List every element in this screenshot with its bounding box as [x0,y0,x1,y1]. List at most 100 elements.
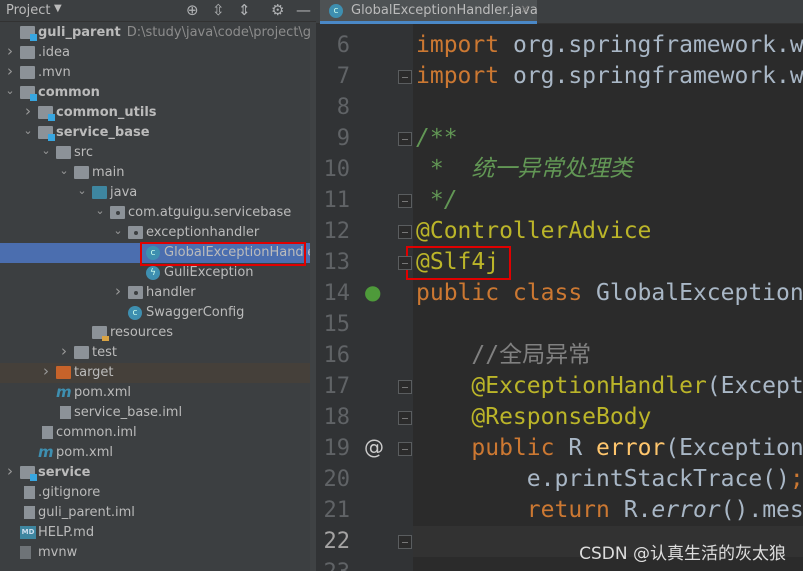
iml-file-icon [42,426,53,439]
minimize-icon[interactable]: — [296,1,311,19]
code-token: error [596,435,666,461]
line-number: 17 [323,374,351,399]
tree-item-target[interactable]: › target [0,362,310,383]
tab-global-exception-handler[interactable]: c GlobalExceptionHandler.java × [320,0,538,24]
project-panel: Project ▼ ⊕ ⇳ ⇕ ⚙ — guli_parent D:\study\… [0,0,316,571]
chevron-right-icon[interactable]: › [112,282,124,300]
fold-marker-icon[interactable] [398,411,412,425]
tree-item-common[interactable]: ⌄ common [0,83,310,103]
code-line[interactable]: * 统一异常处理类 [416,154,633,185]
iml-file-icon [24,506,35,519]
tree-item-label: java [110,185,138,200]
tree-item-guliexception[interactable]: ϟ GuliException [0,263,310,283]
tree-item-com-atguigu-servicebase[interactable]: ⌄ com.atguigu.servicebase [0,203,310,223]
tree-item-main[interactable]: ⌄ main [0,163,310,183]
chevron-down-icon[interactable]: ⌄ [40,144,52,157]
crosshair-icon[interactable]: ⊕ [186,1,199,19]
line-number: 10 [323,157,351,182]
source-folder-icon [92,186,107,199]
code-editor[interactable]: c GlobalExceptionHandler.java × 6 7 8 9 10 11… [316,0,803,571]
tree-item-label: src [74,145,93,160]
folder-icon [74,166,89,179]
chevron-down-icon[interactable]: ⌄ [112,224,124,237]
code-line[interactable]: public R error(Exception [416,433,803,464]
tree-item-label: guli_parent.iml [38,505,135,520]
chevron-right-icon[interactable]: › [4,462,16,480]
chevron-right-icon[interactable]: › [58,342,70,360]
fold-marker-icon[interactable] [398,132,412,146]
tree-item-pom-xml[interactable]: m pom.xml [0,383,310,403]
tree-item-service-base-iml[interactable]: service_base.iml [0,403,310,423]
module-folder-icon [20,26,37,41]
chevron-right-icon[interactable]: › [4,42,16,60]
code-line[interactable]: public class GlobalException [416,278,803,309]
tree-item-src[interactable]: ⌄ src [0,143,310,163]
highlight-box [406,246,511,280]
tree-item-common-utils[interactable]: › common_utils [0,102,310,123]
class-icon: c [128,306,142,320]
chevron-down-icon[interactable]: ⌄ [58,164,70,177]
script-file-icon [20,546,31,559]
tree-item-service-base[interactable]: ⌄ service_base [0,123,310,143]
code-line[interactable]: import org.springframework.w [416,61,803,92]
bean-icon[interactable]: ● [364,280,381,304]
tree-item-guli-parent-iml[interactable]: guli_parent.iml [0,503,310,523]
tree-item-mvnw[interactable]: mvnw [0,543,310,563]
tree-item-label: resources [110,325,174,340]
chevron-down-icon[interactable]: ⌄ [76,184,88,197]
fold-marker-icon[interactable] [398,442,412,456]
line-number: 7 [336,64,350,89]
code-line[interactable]: e.printStackTrace(); [416,464,803,495]
code-line[interactable]: */ [416,185,458,216]
chevron-down-icon[interactable]: ⌄ [94,204,106,217]
code-line[interactable]: @ExceptionHandler(Except [416,371,803,402]
code-line[interactable]: return R.error().mes [416,495,803,526]
chevron-right-icon[interactable]: › [4,62,16,80]
collapse-all-icon[interactable]: ⇕ [238,1,251,19]
code-line[interactable]: //全局异常 [416,340,591,371]
maven-icon: m [38,443,54,461]
tree-item-resources[interactable]: resources [0,323,310,343]
at-icon[interactable]: @ [364,435,384,459]
tree-item--gitignore[interactable]: .gitignore [0,483,310,503]
line-number: 6 [336,33,350,58]
gear-icon[interactable]: ⚙ [271,1,284,19]
code-line[interactable]: /** [416,123,458,154]
tree-item-common-iml[interactable]: common.iml [0,423,310,443]
chevron-down-icon[interactable]: ▼ [54,3,62,14]
fold-marker-icon[interactable] [398,194,412,208]
fold-marker-icon[interactable] [398,256,412,270]
close-tab-icon[interactable]: × [520,2,530,16]
code-token: import [416,63,513,89]
tree-item-swaggerconfig[interactable]: c SwaggerConfig [0,303,310,323]
tree-item-guli-parent[interactable]: guli_parentD:\study\java\code\project\gu… [0,23,316,43]
tree-item-exceptionhandler[interactable]: ⌄ exceptionhandler [0,223,310,243]
tree-item-handler[interactable]: › handler [0,282,310,303]
chevron-right-icon[interactable]: › [40,362,52,380]
code-line[interactable]: @ControllerAdvice [416,216,651,247]
code-token: R [568,435,597,461]
fold-marker-icon[interactable] [398,380,412,394]
fold-marker-icon[interactable] [398,70,412,84]
markdown-icon: MD [20,526,36,539]
code-line[interactable]: import org.springframework.w [416,30,803,61]
folder-icon [74,346,89,359]
highlight-box [140,242,306,266]
project-view-selector[interactable]: Project [6,3,50,18]
fold-marker-icon[interactable] [398,535,412,549]
chevron-down-icon[interactable]: ⌄ [22,124,34,137]
fold-marker-icon[interactable] [398,225,412,239]
expand-all-icon[interactable]: ⇳ [212,1,225,19]
tree-item-test[interactable]: › test [0,342,310,363]
tree-item-pom-xml[interactable]: m pom.xml [0,443,310,463]
tree-item--idea[interactable]: › .idea [0,42,310,63]
tree-item-java[interactable]: ⌄ java [0,183,310,203]
package-icon [128,286,143,299]
code-line[interactable]: @ResponseBody [416,402,651,433]
chevron-right-icon[interactable]: › [22,102,34,120]
chevron-down-icon[interactable]: ⌄ [4,84,16,97]
tree-item-help-md[interactable]: MD HELP.md [0,523,310,543]
tree-item-service[interactable]: › service [0,462,310,483]
tree-item--mvn[interactable]: › .mvn [0,62,310,83]
maven-icon: m [56,383,72,401]
